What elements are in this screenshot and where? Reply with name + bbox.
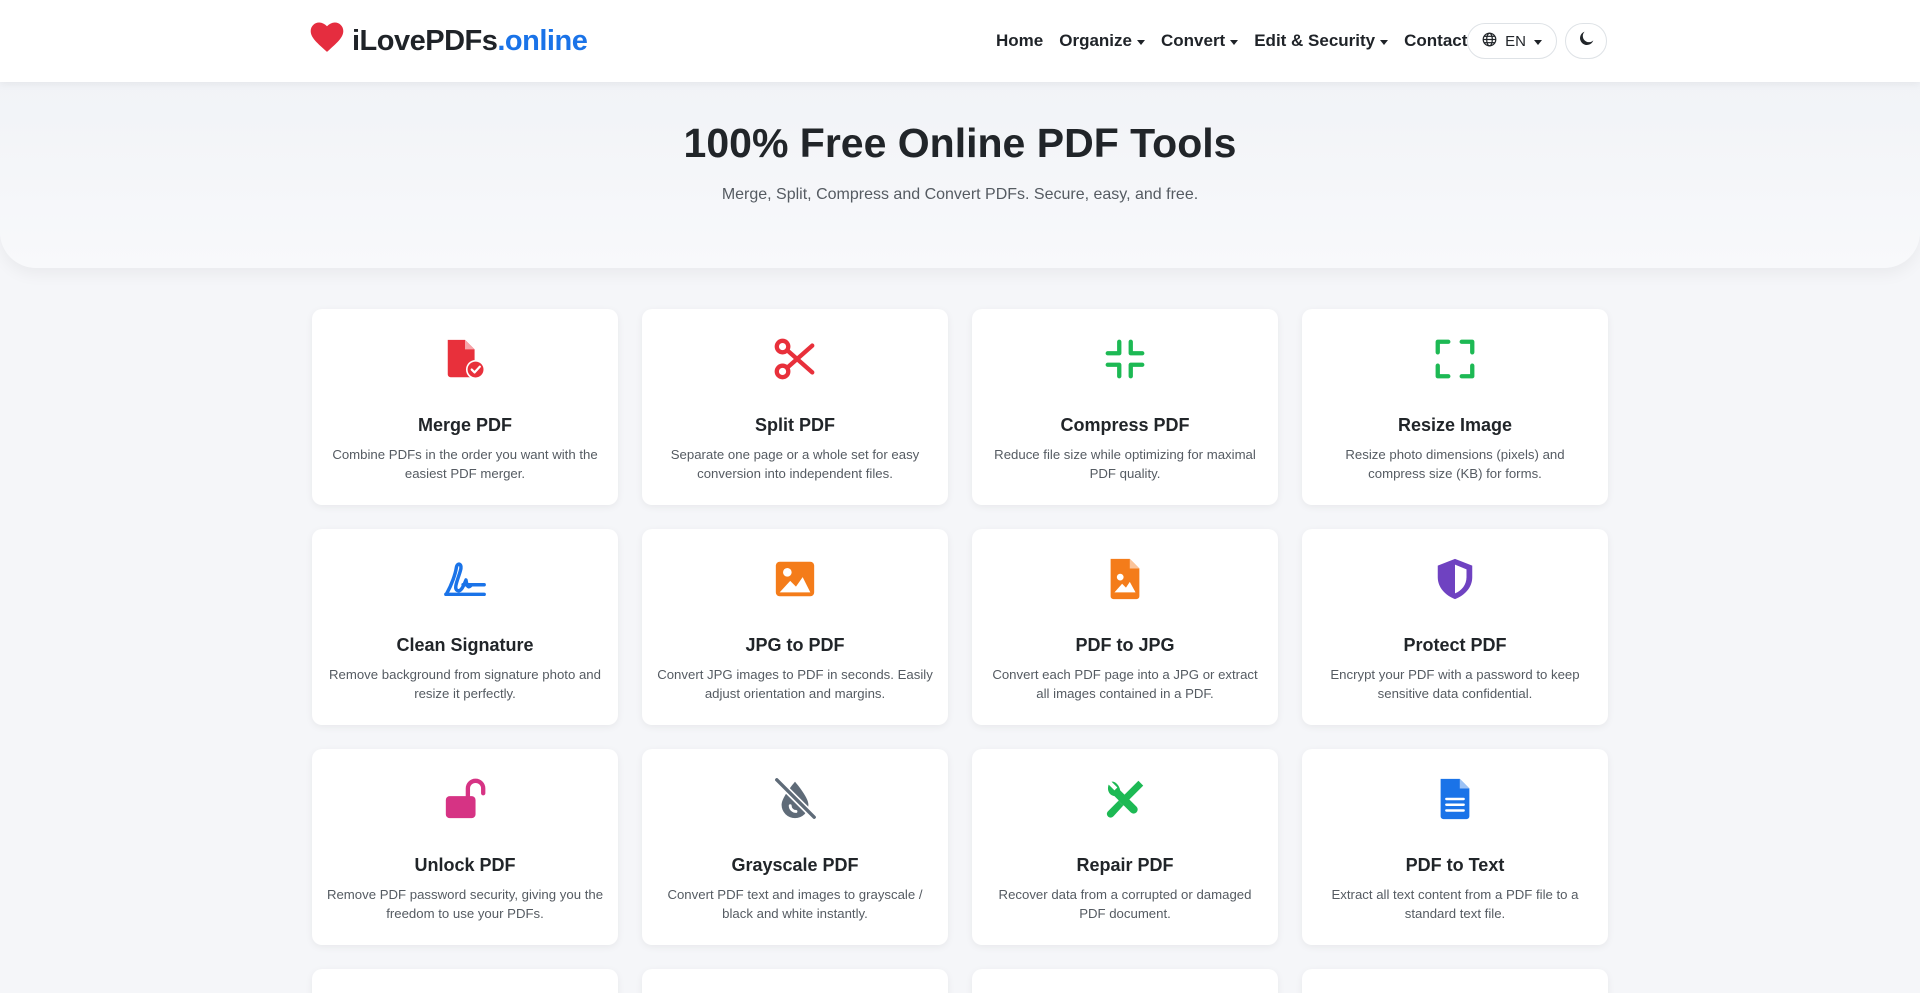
tool-card-grayscale-pdf[interactable]: Grayscale PDF Convert PDF text and image… — [642, 749, 948, 945]
caret-down-icon — [1230, 39, 1239, 45]
expand-icon — [1302, 337, 1608, 381]
tool-description: Encrypt your PDF with a password to keep… — [1330, 667, 1580, 701]
brand-tld: .online — [497, 24, 588, 57]
tool-card[interactable] — [642, 969, 948, 993]
file-text-icon — [1302, 777, 1608, 821]
caret-down-icon — [1136, 39, 1145, 45]
brand-name: iLovePDFs.online — [352, 24, 588, 57]
brand-logo[interactable]: iLovePDFs.online — [310, 21, 588, 61]
tool-title: Repair PDF — [1076, 855, 1174, 875]
shield-icon — [1302, 557, 1608, 601]
hero-title: 100% Free Online PDF Tools — [683, 120, 1237, 166]
tools-icon — [972, 777, 1278, 821]
tool-card-resize-image[interactable]: Resize Image Resize photo dimensions (pi… — [1302, 309, 1608, 505]
nav-home[interactable]: Home — [996, 31, 1043, 51]
tool-description: Combine PDFs in the order you want with … — [332, 447, 598, 481]
tool-card-protect-pdf[interactable]: Protect PDF Encrypt your PDF with a pass… — [1302, 529, 1608, 725]
nav-contact[interactable]: Contact — [1404, 31, 1467, 51]
tool-card[interactable] — [312, 969, 618, 993]
tool-card-repair-pdf[interactable]: Repair PDF Recover data from a corrupted… — [972, 749, 1278, 945]
tool-card-unlock-pdf[interactable]: Unlock PDF Remove PDF password security,… — [312, 749, 618, 945]
tool-title: PDF to Text — [1405, 855, 1505, 875]
nav-organize-dropdown[interactable]: Organize — [1059, 31, 1145, 51]
tool-description: Extract all text content from a PDF file… — [1331, 887, 1579, 921]
globe-icon — [1482, 32, 1497, 51]
file-image-icon — [972, 557, 1278, 601]
tool-title: Resize Image — [1397, 415, 1513, 435]
tool-description: Remove background from signature photo a… — [329, 667, 601, 701]
moon-icon — [1579, 31, 1594, 51]
tool-title: Merge PDF — [417, 415, 513, 435]
unlock-icon — [312, 777, 618, 821]
tool-description: Resize photo dimensions (pixels) and com… — [1345, 447, 1565, 481]
signature-icon — [312, 557, 618, 601]
caret-down-icon — [1380, 39, 1389, 45]
tool-card-pdf-to-text[interactable]: PDF to Text Extract all text content fro… — [1302, 749, 1608, 945]
nav-convert-dropdown[interactable]: Convert — [1161, 31, 1239, 51]
tool-card-compress-pdf[interactable]: Compress PDF Reduce file size while opti… — [972, 309, 1278, 505]
language-dropdown[interactable]: EN — [1467, 23, 1557, 59]
tool-card[interactable] — [972, 969, 1278, 993]
tool-title: Compress PDF — [1060, 415, 1190, 435]
tool-card-merge-pdf[interactable]: Merge PDF Combine PDFs in the order you … — [312, 309, 618, 505]
nav-edit-security-dropdown[interactable]: Edit & Security — [1254, 31, 1389, 51]
theme-toggle-button[interactable] — [1565, 23, 1607, 59]
tool-title: PDF to JPG — [1075, 635, 1175, 655]
tool-card-split-pdf[interactable]: Split PDF Separate one page or a whole s… — [642, 309, 948, 505]
tool-title: Grayscale PDF — [731, 855, 859, 875]
tool-title: JPG to PDF — [745, 635, 845, 655]
language-label: EN — [1505, 32, 1526, 50]
tool-description: Convert each PDF page into a JPG or extr… — [992, 667, 1258, 701]
droplet-slash-icon — [642, 776, 948, 821]
hero-subtitle: Merge, Split, Compress and Convert PDFs.… — [721, 186, 1199, 203]
compress-icon — [972, 337, 1278, 381]
tool-title: Split PDF — [755, 415, 835, 435]
tool-description: Convert JPG images to PDF in seconds. Ea… — [657, 667, 933, 701]
tool-card[interactable] — [1302, 969, 1608, 993]
tool-description: Reduce file size while optimizing for ma… — [994, 447, 1256, 481]
tool-card-clean-signature[interactable]: Clean Signature Remove background from s… — [312, 529, 618, 725]
hero-section: 100% Free Online PDF Tools Merge, Split,… — [0, 82, 1920, 268]
tool-title: Clean Signature — [396, 635, 534, 655]
nav-menu: Home Organize Convert Edit & Security Co… — [996, 28, 1467, 54]
navbar: iLovePDFs.online Home Organize Convert E… — [0, 0, 1920, 82]
tool-description: Recover data from a corrupted or damaged… — [998, 887, 1252, 921]
tool-card-pdf-to-jpg[interactable]: PDF to JPG Convert each PDF page into a … — [972, 529, 1278, 725]
tool-description: Separate one page or a whole set for eas… — [670, 447, 920, 481]
tools-grid: Merge PDF Combine PDFs in the order you … — [312, 309, 1608, 993]
tool-title: Protect PDF — [1403, 635, 1507, 655]
image-icon — [642, 557, 948, 601]
tool-description: Remove PDF password security, giving you… — [326, 887, 604, 921]
heart-icon — [310, 21, 344, 61]
tool-card-jpg-to-pdf[interactable]: JPG to PDF Convert JPG images to PDF in … — [642, 529, 948, 725]
caret-down-icon — [1533, 39, 1542, 45]
tool-description: Convert PDF text and images to grayscale… — [667, 887, 923, 921]
tool-title: Unlock PDF — [414, 855, 516, 875]
file-check-icon — [312, 337, 618, 381]
scissors-icon — [642, 337, 948, 381]
